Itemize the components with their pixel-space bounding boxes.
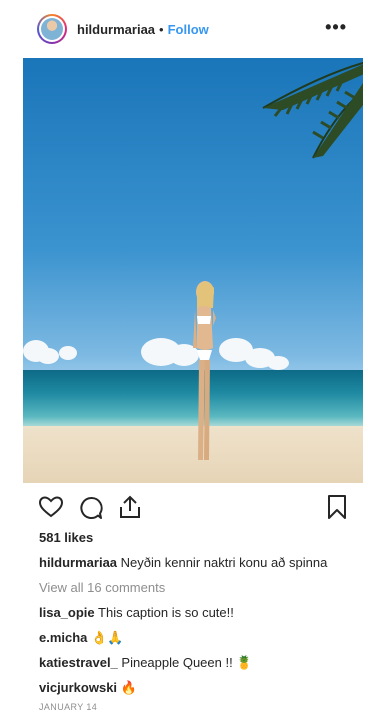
comment: vicjurkowski 🔥 — [39, 680, 137, 696]
comment-text: This caption is so cute!! — [98, 605, 234, 620]
caption-username[interactable]: hildurmariaa — [39, 555, 117, 570]
comment-username[interactable]: katiestravel_ — [39, 655, 118, 670]
likes-count[interactable]: 581 likes — [39, 530, 93, 545]
post-header: hildurmariaa • Follow ••• — [23, 0, 363, 58]
share-icon[interactable] — [119, 495, 141, 519]
more-icon[interactable]: ••• — [325, 18, 347, 36]
comment: lisa_opie This caption is so cute!! — [39, 605, 234, 620]
comment: katiestravel_ Pineapple Queen !! 🍍 — [39, 655, 253, 671]
comment-text: Pineapple Queen !! 🍍 — [121, 655, 253, 670]
bookmark-icon[interactable] — [327, 495, 347, 519]
avatar-image — [41, 18, 63, 40]
action-bar — [23, 488, 363, 528]
comment-icon[interactable] — [79, 496, 103, 520]
cloud — [267, 356, 289, 370]
palm-leaves — [262, 61, 363, 159]
comment-username[interactable]: lisa_opie — [39, 605, 95, 620]
comment-username[interactable]: vicjurkowski — [39, 680, 117, 695]
follow-button[interactable]: Follow — [168, 22, 209, 37]
header-username[interactable]: hildurmariaa — [77, 22, 155, 37]
comment: e.micha 👌🙏 — [39, 630, 123, 646]
comment-text: 🔥 — [120, 680, 137, 695]
post-photo[interactable] — [23, 58, 363, 483]
header-separator: • — [159, 21, 164, 37]
avatar[interactable] — [37, 14, 67, 44]
heart-icon[interactable] — [39, 496, 63, 518]
view-all-comments-link[interactable]: View all 16 comments — [39, 580, 165, 595]
post-date[interactable]: JANUARY 14 — [39, 702, 97, 712]
post-card: hildurmariaa • Follow ••• 581 likes hild… — [23, 0, 363, 716]
avatar-ring — [39, 16, 65, 42]
comment-text: 👌🙏 — [91, 630, 124, 645]
cloud — [37, 348, 59, 364]
cloud — [59, 346, 77, 360]
caption-text: Neyðin kennir naktri konu að spinna — [120, 555, 328, 570]
caption: hildurmariaa Neyðin kennir naktri konu a… — [39, 555, 327, 570]
comment-username[interactable]: e.micha — [39, 630, 87, 645]
person-figure — [193, 281, 216, 460]
